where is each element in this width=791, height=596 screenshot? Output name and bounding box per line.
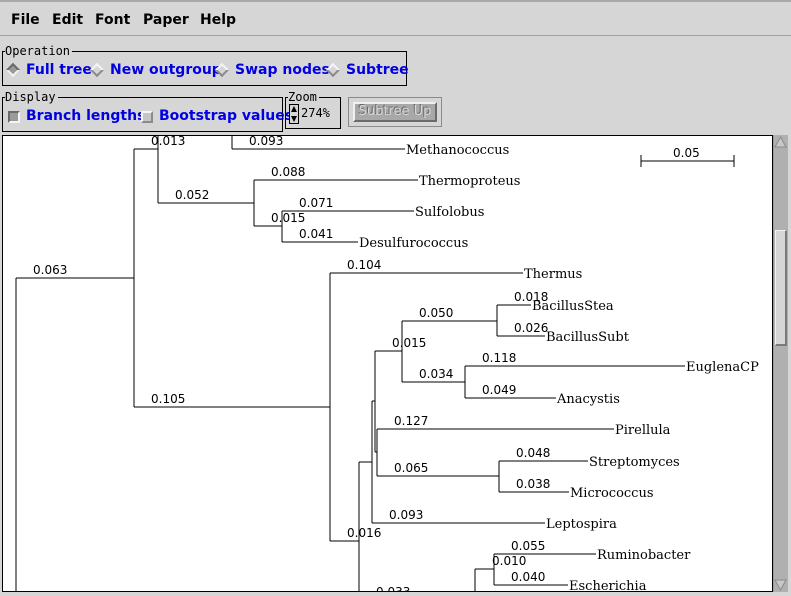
spinner-arrows-icon (291, 106, 297, 122)
branch-length-label: 0.026 (514, 321, 548, 335)
display-legend: Display (5, 90, 58, 104)
branch-length-label: 0.088 (271, 165, 305, 179)
branch-length-label: 0.052 (175, 188, 209, 202)
menu-help[interactable]: Help (200, 12, 236, 28)
option-full-tree-label[interactable]: Full tree (26, 62, 92, 78)
branch-length-label: 0.093 (249, 135, 283, 148)
operation-legend: Operation (5, 44, 73, 58)
vertical-scrollbar[interactable] (773, 135, 788, 592)
zoom-value[interactable]: 274% (301, 106, 330, 120)
option-swap-nodes-label[interactable]: Swap nodes (235, 62, 330, 78)
taxon-label[interactable]: EuglenaCP (686, 360, 759, 375)
checkbox-branch-lengths[interactable] (8, 111, 20, 123)
taxon-label[interactable]: BacillusStea (532, 299, 614, 314)
menu-bar: File Edit Font Paper Help (0, 0, 791, 36)
subtree-up-button[interactable]: Subtree Up (353, 102, 437, 122)
branch-length-label: 0.041 (299, 227, 333, 241)
branch-length-label: 0.104 (347, 258, 381, 272)
option-new-outgroup-label[interactable]: New outgroup (110, 62, 222, 78)
checkbox-bootstrap-values[interactable] (141, 111, 153, 123)
tree-drawing: 0.063 0.013 0.093 Methanococcus 0.052 0.088 Th… (15, 135, 759, 591)
menu-file[interactable]: File (11, 12, 40, 28)
scroll-down-arrow-icon[interactable] (774, 579, 787, 591)
branch-length-label: 0.071 (299, 196, 333, 210)
branch-length-label: 0.013 (151, 135, 185, 148)
taxon-label[interactable]: BacillusSubt (546, 330, 630, 345)
taxon-label[interactable]: Ruminobacter (597, 548, 691, 563)
taxon-label[interactable]: Methanococcus (406, 143, 509, 158)
branch-length-label: 0.105 (151, 392, 185, 406)
taxon-label[interactable]: Desulfurococcus (359, 236, 468, 251)
branch-length-label: 0.040 (511, 570, 545, 584)
branch-length-label: 0.038 (516, 477, 550, 491)
taxon-label[interactable]: Escherichia (569, 579, 647, 592)
branch-length-label: 0.049 (482, 383, 516, 397)
branch-length-label: 0.065 (394, 461, 428, 475)
tree-canvas[interactable]: 0.063 0.013 0.093 Methanococcus 0.052 0.088 Th… (2, 135, 773, 592)
branch-length-label: 0.118 (482, 351, 516, 365)
zoom-legend: Zoom (288, 90, 319, 104)
branch-length-label: 0.010 (492, 554, 526, 568)
branch-length-label: 0.048 (516, 446, 550, 460)
branch-length-label: 0.033 (376, 585, 410, 592)
taxon-label[interactable]: Micrococcus (570, 486, 654, 501)
option-subtree-label[interactable]: Subtree (346, 62, 409, 78)
branch-length-label: 0.055 (511, 539, 545, 553)
branch-length-label: 0.034 (419, 367, 453, 381)
taxon-label[interactable]: Thermus (524, 267, 582, 282)
branch-length-label: 0.127 (394, 414, 428, 428)
branch-length-label: 0.050 (419, 306, 453, 320)
zoom-spinner[interactable] (289, 104, 299, 124)
taxon-label[interactable]: Anacystis (556, 392, 620, 407)
branch-length-label: 0.015 (271, 211, 305, 225)
scale-bar-label: 0.05 (673, 146, 700, 160)
menu-font[interactable]: Font (95, 12, 130, 28)
scroll-up-arrow-icon[interactable] (774, 136, 787, 148)
scrollbar-thumb[interactable] (775, 230, 787, 346)
branch-length-label: 0.015 (392, 336, 426, 350)
taxon-label[interactable]: Streptomyces (589, 455, 680, 470)
branch-lengths-label[interactable]: Branch lengths (26, 108, 145, 124)
taxon-label[interactable]: Leptospira (546, 517, 617, 532)
branch-length-label: 0.093 (389, 508, 423, 522)
subtree-up-frame: Subtree Up (348, 97, 442, 127)
branch-length-label: 0.016 (347, 526, 381, 540)
taxon-label[interactable]: Thermoproteus (419, 174, 520, 189)
menu-paper[interactable]: Paper (143, 12, 189, 28)
bootstrap-values-label[interactable]: Bootstrap values (159, 108, 293, 124)
branch-length-label: 0.063 (33, 263, 67, 277)
taxon-label[interactable]: Sulfolobus (415, 205, 484, 220)
menu-edit[interactable]: Edit (52, 12, 83, 28)
taxon-label[interactable]: Pirellula (615, 423, 671, 438)
